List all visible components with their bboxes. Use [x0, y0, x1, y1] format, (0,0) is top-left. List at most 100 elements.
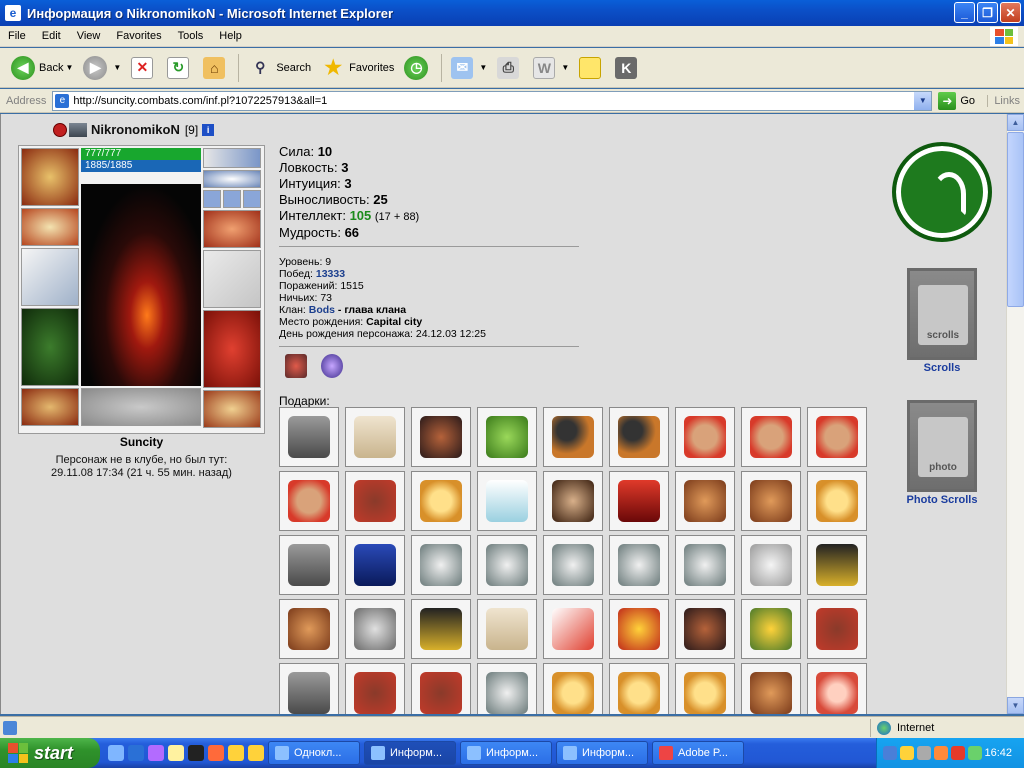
app2-quicklaunch-icon[interactable]: [208, 745, 224, 761]
gift-item[interactable]: [279, 535, 339, 595]
gift-item[interactable]: [675, 535, 735, 595]
menu-edit[interactable]: Edit: [34, 30, 69, 42]
shield-badge-icon[interactable]: [285, 354, 307, 378]
app4-quicklaunch-icon[interactable]: [248, 745, 264, 761]
menu-tools[interactable]: Tools: [170, 30, 212, 42]
armor-slot[interactable]: [21, 308, 79, 386]
history-button[interactable]: ◷: [399, 52, 437, 84]
gift-item[interactable]: [411, 535, 471, 595]
gift-item[interactable]: [609, 663, 669, 714]
shield-slot[interactable]: [203, 250, 261, 308]
scroll-thumb[interactable]: [1007, 132, 1024, 307]
gift-item[interactable]: [543, 599, 603, 659]
gift-item[interactable]: [807, 535, 867, 595]
back-button[interactable]: ◀ Back ▼: [6, 52, 78, 84]
gift-item[interactable]: [345, 471, 405, 531]
scrolls-link[interactable]: Scrolls: [889, 362, 995, 374]
scroll-up-icon[interactable]: ▲: [1007, 114, 1024, 131]
gift-item[interactable]: [609, 471, 669, 531]
links-button[interactable]: Links: [987, 94, 1020, 107]
ring-slot-3[interactable]: [243, 190, 261, 208]
gift-item[interactable]: [411, 663, 471, 714]
gift-item[interactable]: [477, 599, 537, 659]
gift-item[interactable]: [411, 599, 471, 659]
scroll-down-icon[interactable]: ▼: [1007, 697, 1024, 714]
belt-slot[interactable]: [21, 388, 79, 426]
home-button[interactable]: ⌂: [198, 52, 234, 84]
stop-button[interactable]: ✕: [126, 52, 162, 84]
address-input[interactable]: e http://suncity.combats.com/inf.pl?1072…: [52, 90, 933, 111]
bracers-slot[interactable]: [21, 208, 79, 246]
gift-item[interactable]: [345, 663, 405, 714]
gift-item[interactable]: [741, 599, 801, 659]
print-button[interactable]: ⎙: [492, 52, 528, 84]
gloves-slot[interactable]: [203, 210, 261, 248]
tray-update-icon[interactable]: [968, 746, 982, 760]
tray-app-icon[interactable]: [934, 746, 948, 760]
gift-item[interactable]: [345, 535, 405, 595]
gift-item[interactable]: [741, 407, 801, 467]
close-button[interactable]: ✕: [1000, 2, 1021, 23]
gift-item[interactable]: [609, 407, 669, 467]
tray-shield-icon[interactable]: [951, 746, 965, 760]
photo-scrolls-link[interactable]: Photo Scrolls: [889, 494, 995, 506]
refresh-button[interactable]: ↻: [162, 52, 198, 84]
info-icon[interactable]: i: [202, 123, 215, 136]
k-button[interactable]: K: [610, 52, 646, 84]
menu-file[interactable]: File: [0, 30, 34, 42]
pants-slot[interactable]: [203, 310, 261, 388]
app-quicklaunch-icon[interactable]: [148, 745, 164, 761]
mail-dropdown-icon[interactable]: ▼: [479, 63, 487, 72]
gift-item[interactable]: [741, 535, 801, 595]
task-inform-3[interactable]: Информ...: [556, 741, 648, 765]
gift-item[interactable]: [675, 471, 735, 531]
gift-item[interactable]: [543, 407, 603, 467]
gift-item[interactable]: [675, 663, 735, 714]
desktop-icon[interactable]: [108, 745, 124, 761]
menu-view[interactable]: View: [69, 30, 109, 42]
gift-item[interactable]: [411, 407, 471, 467]
order-badge-icon[interactable]: [321, 354, 343, 378]
gift-item[interactable]: [477, 407, 537, 467]
ie-quicklaunch-icon[interactable]: [128, 745, 144, 761]
scrolls-banner[interactable]: scrolls: [907, 268, 977, 360]
vertical-scrollbar[interactable]: ▲ ▼: [1006, 114, 1024, 714]
helmet-slot[interactable]: [21, 148, 79, 206]
favorites-button[interactable]: ★ Favorites: [316, 52, 399, 84]
task-odnoklassniki[interactable]: Однокл...: [268, 741, 360, 765]
task-inform-2[interactable]: Информ...: [460, 741, 552, 765]
boots-slot[interactable]: [203, 390, 261, 428]
forward-dropdown-icon[interactable]: ▼: [113, 63, 121, 72]
gift-item[interactable]: [279, 471, 339, 531]
gift-item[interactable]: [807, 599, 867, 659]
start-button[interactable]: start: [0, 738, 100, 768]
go-button[interactable]: ➜ Go: [938, 91, 975, 110]
forward-button[interactable]: ▶ ▼: [78, 52, 126, 84]
ring-slot-1[interactable]: [203, 190, 221, 208]
menu-help[interactable]: Help: [211, 30, 250, 42]
edit-button[interactable]: W ▼: [528, 52, 574, 84]
weapon-slot[interactable]: [21, 248, 79, 306]
task-adobe[interactable]: Adobe P...: [652, 741, 744, 765]
gift-item[interactable]: [741, 471, 801, 531]
gift-item[interactable]: [477, 471, 537, 531]
gift-item[interactable]: [675, 407, 735, 467]
minimize-button[interactable]: _: [954, 2, 975, 23]
gift-item[interactable]: [279, 599, 339, 659]
mail-button[interactable]: ✉ ▼: [446, 52, 492, 84]
notes-button[interactable]: [574, 52, 610, 84]
media-quicklaunch-icon[interactable]: [188, 745, 204, 761]
folder-quicklaunch-icon[interactable]: [168, 745, 184, 761]
task-inform-1[interactable]: Информ...: [364, 741, 456, 765]
goat-emblem-icon[interactable]: [892, 142, 992, 242]
search-button[interactable]: ⚲ Search: [243, 52, 316, 84]
address-dropdown-icon[interactable]: ▼: [914, 91, 932, 110]
gift-item[interactable]: [411, 471, 471, 531]
back-dropdown-icon[interactable]: ▼: [65, 63, 73, 72]
gift-item[interactable]: [477, 535, 537, 595]
gift-item[interactable]: [543, 471, 603, 531]
gift-item[interactable]: [675, 599, 735, 659]
gift-item[interactable]: [807, 407, 867, 467]
maximize-button[interactable]: ❐: [977, 2, 998, 23]
tray-volume-icon[interactable]: [917, 746, 931, 760]
